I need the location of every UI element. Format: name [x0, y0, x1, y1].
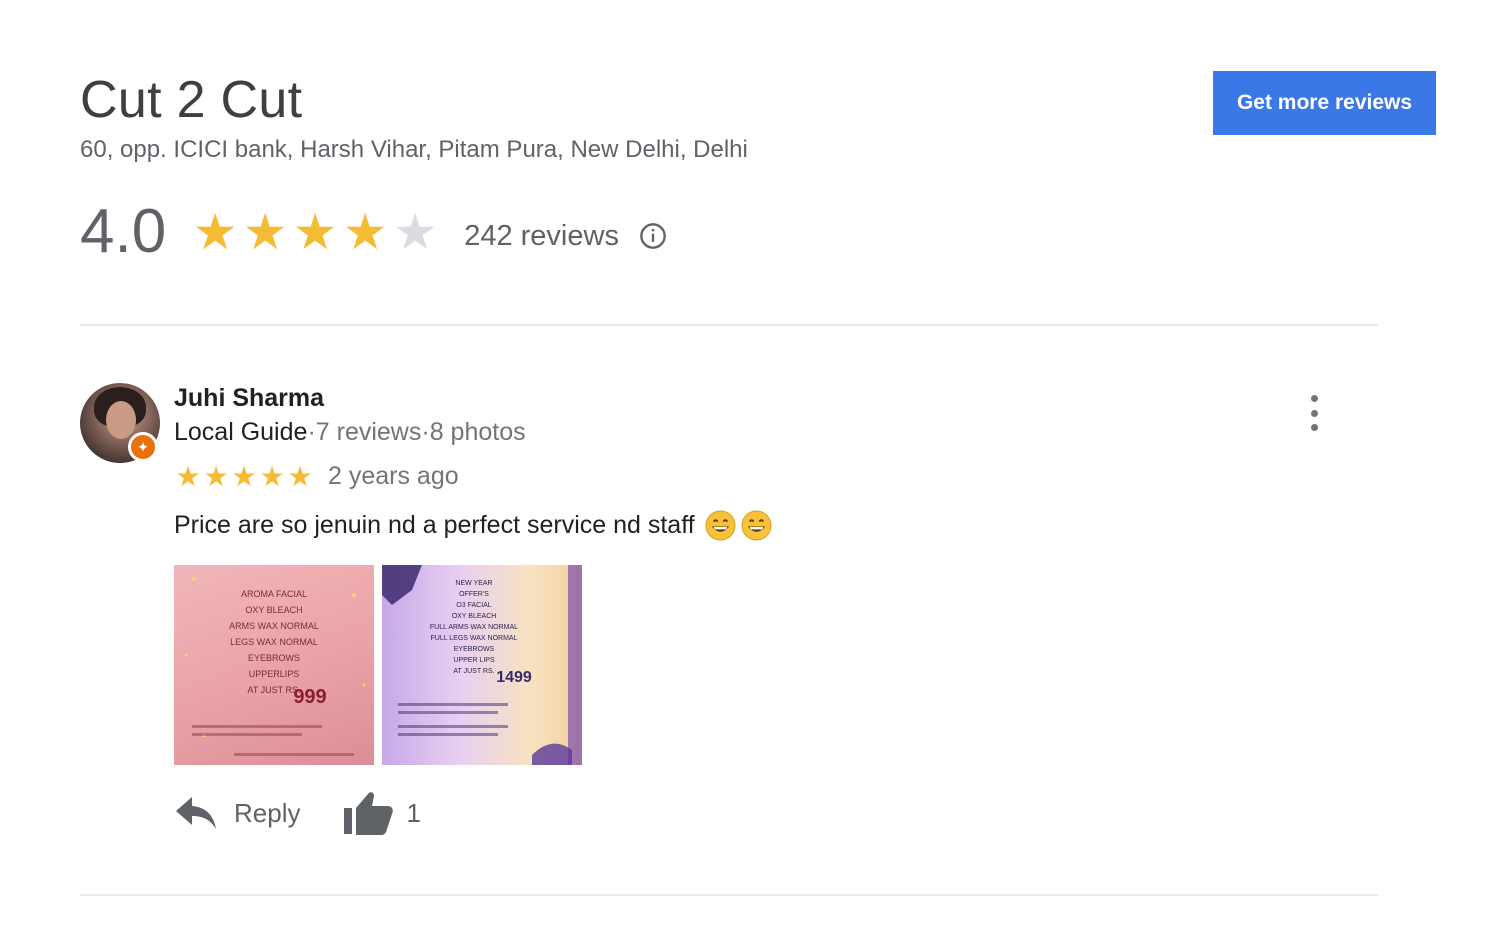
- svg-text:1499: 1499: [496, 669, 532, 686]
- business-title: Cut 2 Cut: [80, 71, 303, 129]
- star-filled-icon: ★: [192, 204, 238, 260]
- svg-text:999: 999: [293, 686, 326, 708]
- star-filled-icon: ★: [231, 460, 257, 492]
- divider: [80, 324, 1378, 326]
- meta-separator: ·: [307, 418, 316, 446]
- review-count: 242 reviews: [464, 219, 619, 252]
- star-filled-icon: ★: [175, 460, 201, 492]
- meta-separator: ·: [421, 418, 430, 446]
- star-filled-icon: ★: [242, 204, 288, 260]
- review-photo-2[interactable]: NEW YEAR OFFER'S O3 FACIAL OXY BLEACH FULL A…: [382, 565, 582, 765]
- grinning-face-emoji-icon: [705, 510, 736, 541]
- thumbs-up-icon: [344, 792, 394, 835]
- reviewer-meta: Local Guide · 7 reviews · 8 photos: [174, 418, 526, 447]
- business-address: 60, opp. ICICI bank, Harsh Vihar, Pitam …: [80, 136, 748, 163]
- star-filled-icon: ★: [342, 204, 388, 260]
- review-photo-1[interactable]: AROMA FACIAL OXY BLEACH ARMS WAX NORMAL LEG…: [174, 565, 374, 765]
- rating-value: 4.0: [80, 197, 167, 266]
- reviewer-name[interactable]: Juhi Sharma: [174, 384, 324, 413]
- reviewer-review-count: 7 reviews: [315, 418, 422, 446]
- review-time: 2 years ago: [328, 462, 459, 490]
- local-guide-badge-icon: ✦: [128, 432, 158, 462]
- reply-button[interactable]: Reply: [174, 793, 300, 833]
- grinning-face-emoji-icon: [741, 510, 772, 541]
- info-icon[interactable]: [639, 222, 667, 250]
- divider: [80, 894, 1378, 896]
- star-filled-icon: ★: [292, 204, 338, 260]
- reply-label: Reply: [234, 797, 301, 828]
- reviewer-photo-count: 8 photos: [429, 418, 526, 446]
- svg-text:AROMA FACIALOXY BLEACHARMS WAX: AROMA FACIAL OXY BLEACH ARMS WAX NORMAL LEG…: [229, 589, 319, 695]
- get-more-reviews-button[interactable]: Get more reviews: [1213, 71, 1436, 135]
- star-filled-icon: ★: [203, 460, 229, 492]
- review-text: Price are so jenuin nd a perfect service…: [174, 511, 695, 539]
- review-stars: ★ ★ ★ ★ ★: [174, 460, 314, 492]
- star-filled-icon: ★: [259, 460, 285, 492]
- like-button[interactable]: 1: [344, 790, 421, 836]
- svg-text:NEW YEAROFFER'SO3 FACIALOXY BL: NEW YEAR OFFER'S O3 FACIAL OXY BLEACH FULL A…: [430, 580, 518, 675]
- reply-arrow-icon: [176, 797, 216, 829]
- rating-stars: ★ ★ ★ ★ ★: [190, 207, 440, 257]
- star-empty-icon: ★: [392, 204, 438, 260]
- like-count: 1: [406, 797, 421, 828]
- more-options-icon[interactable]: [1300, 393, 1328, 433]
- review-text-row: Price are so jenuin nd a perfect service…: [174, 510, 772, 541]
- star-filled-icon: ★: [287, 460, 313, 492]
- reviewer-badge: Local Guide: [174, 418, 308, 446]
- rating-summary: 4.0 ★ ★ ★ ★ ★ 242 reviews: [80, 196, 667, 268]
